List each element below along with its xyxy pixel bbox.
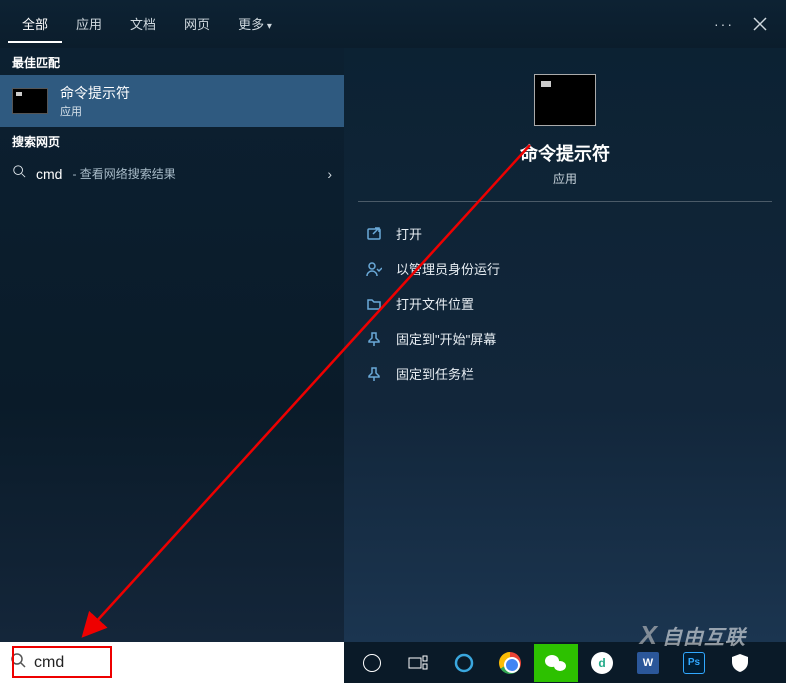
header-actions: ··· — [714, 16, 778, 32]
best-match-title: 命令提示符 — [60, 83, 130, 103]
action-pin-taskbar[interactable]: 固定到任务栏 — [358, 356, 772, 391]
preview-header: 命令提示符 应用 — [358, 64, 772, 202]
word-icon: W — [637, 652, 659, 674]
best-match-result[interactable]: 命令提示符 应用 — [0, 75, 344, 127]
best-match-header: 最佳匹配 — [0, 48, 344, 75]
search-header: 全部 应用 文档 网页 更多 ··· — [0, 0, 786, 48]
web-search-desc: - 查看网络搜索结果 — [72, 165, 175, 182]
best-match-subtitle: 应用 — [60, 103, 130, 119]
app-icon-1: d — [591, 652, 613, 674]
filter-tabs: 全部 应用 文档 网页 更多 — [8, 6, 286, 43]
wechat-button[interactable] — [534, 644, 578, 682]
best-match-text: 命令提示符 应用 — [60, 83, 130, 119]
tab-all[interactable]: 全部 — [8, 6, 62, 43]
search-input-icon — [10, 652, 26, 673]
web-search-result[interactable]: cmd - 查看网络搜索结果 › — [0, 154, 344, 193]
web-search-header: 搜索网页 — [0, 127, 344, 154]
pin-start-icon — [366, 331, 382, 347]
app-button-1[interactable]: d — [580, 644, 624, 682]
tab-more[interactable]: 更多 — [224, 6, 286, 43]
open-icon — [366, 226, 382, 242]
preview-actions: 打开 以管理员身份运行 打开文件位置 固定到"开始"屏幕 固定到任务栏 — [358, 202, 772, 391]
search-box[interactable] — [0, 642, 344, 683]
shield-icon — [730, 653, 750, 673]
taskbar: d W Ps — [344, 642, 786, 683]
cortana-ring-button[interactable] — [442, 644, 486, 682]
preview-title: 命令提示符 — [358, 140, 772, 166]
preview-panel: 命令提示符 应用 打开 以管理员身份运行 打开文件位置 固定到"开始"屏幕 — [344, 48, 786, 642]
cortana-ring-icon — [453, 652, 475, 674]
wechat-icon — [544, 653, 568, 673]
security-button[interactable] — [718, 644, 762, 682]
chevron-right-icon: › — [327, 166, 332, 182]
bottom-bar: d W Ps — [0, 642, 786, 683]
preview-subtitle: 应用 — [358, 170, 772, 187]
tab-web[interactable]: 网页 — [170, 6, 224, 43]
web-search-term: cmd — [36, 166, 62, 182]
tab-docs[interactable]: 文档 — [116, 6, 170, 43]
action-pin-start[interactable]: 固定到"开始"屏幕 — [358, 321, 772, 356]
action-open-label: 打开 — [396, 224, 422, 243]
preview-app-icon — [534, 74, 596, 126]
photoshop-icon: Ps — [683, 652, 705, 674]
search-input[interactable] — [26, 648, 334, 678]
action-run-as-admin-label: 以管理员身份运行 — [396, 259, 500, 278]
close-icon[interactable] — [752, 16, 768, 32]
main-area: 最佳匹配 命令提示符 应用 搜索网页 cmd - 查看网络搜索结果 › 命令提示… — [0, 48, 786, 642]
chrome-icon — [499, 652, 521, 674]
search-icon — [12, 164, 26, 183]
action-open-location-label: 打开文件位置 — [396, 294, 474, 313]
cmd-app-icon — [12, 88, 48, 114]
chrome-button[interactable] — [488, 644, 532, 682]
admin-icon — [366, 261, 382, 277]
photoshop-button[interactable]: Ps — [672, 644, 716, 682]
action-open[interactable]: 打开 — [358, 216, 772, 251]
circle-icon — [363, 654, 381, 672]
action-pin-start-label: 固定到"开始"屏幕 — [396, 329, 496, 348]
task-view-button[interactable] — [396, 644, 440, 682]
word-button[interactable]: W — [626, 644, 670, 682]
action-open-location[interactable]: 打开文件位置 — [358, 286, 772, 321]
results-panel: 最佳匹配 命令提示符 应用 搜索网页 cmd - 查看网络搜索结果 › — [0, 48, 344, 642]
action-pin-taskbar-label: 固定到任务栏 — [396, 364, 474, 383]
task-view-icon — [408, 655, 428, 671]
more-options-icon[interactable]: ··· — [714, 16, 734, 32]
action-run-as-admin[interactable]: 以管理员身份运行 — [358, 251, 772, 286]
pin-taskbar-icon — [366, 366, 382, 382]
cortana-button[interactable] — [350, 644, 394, 682]
tab-apps[interactable]: 应用 — [62, 6, 116, 43]
folder-icon — [366, 296, 382, 312]
